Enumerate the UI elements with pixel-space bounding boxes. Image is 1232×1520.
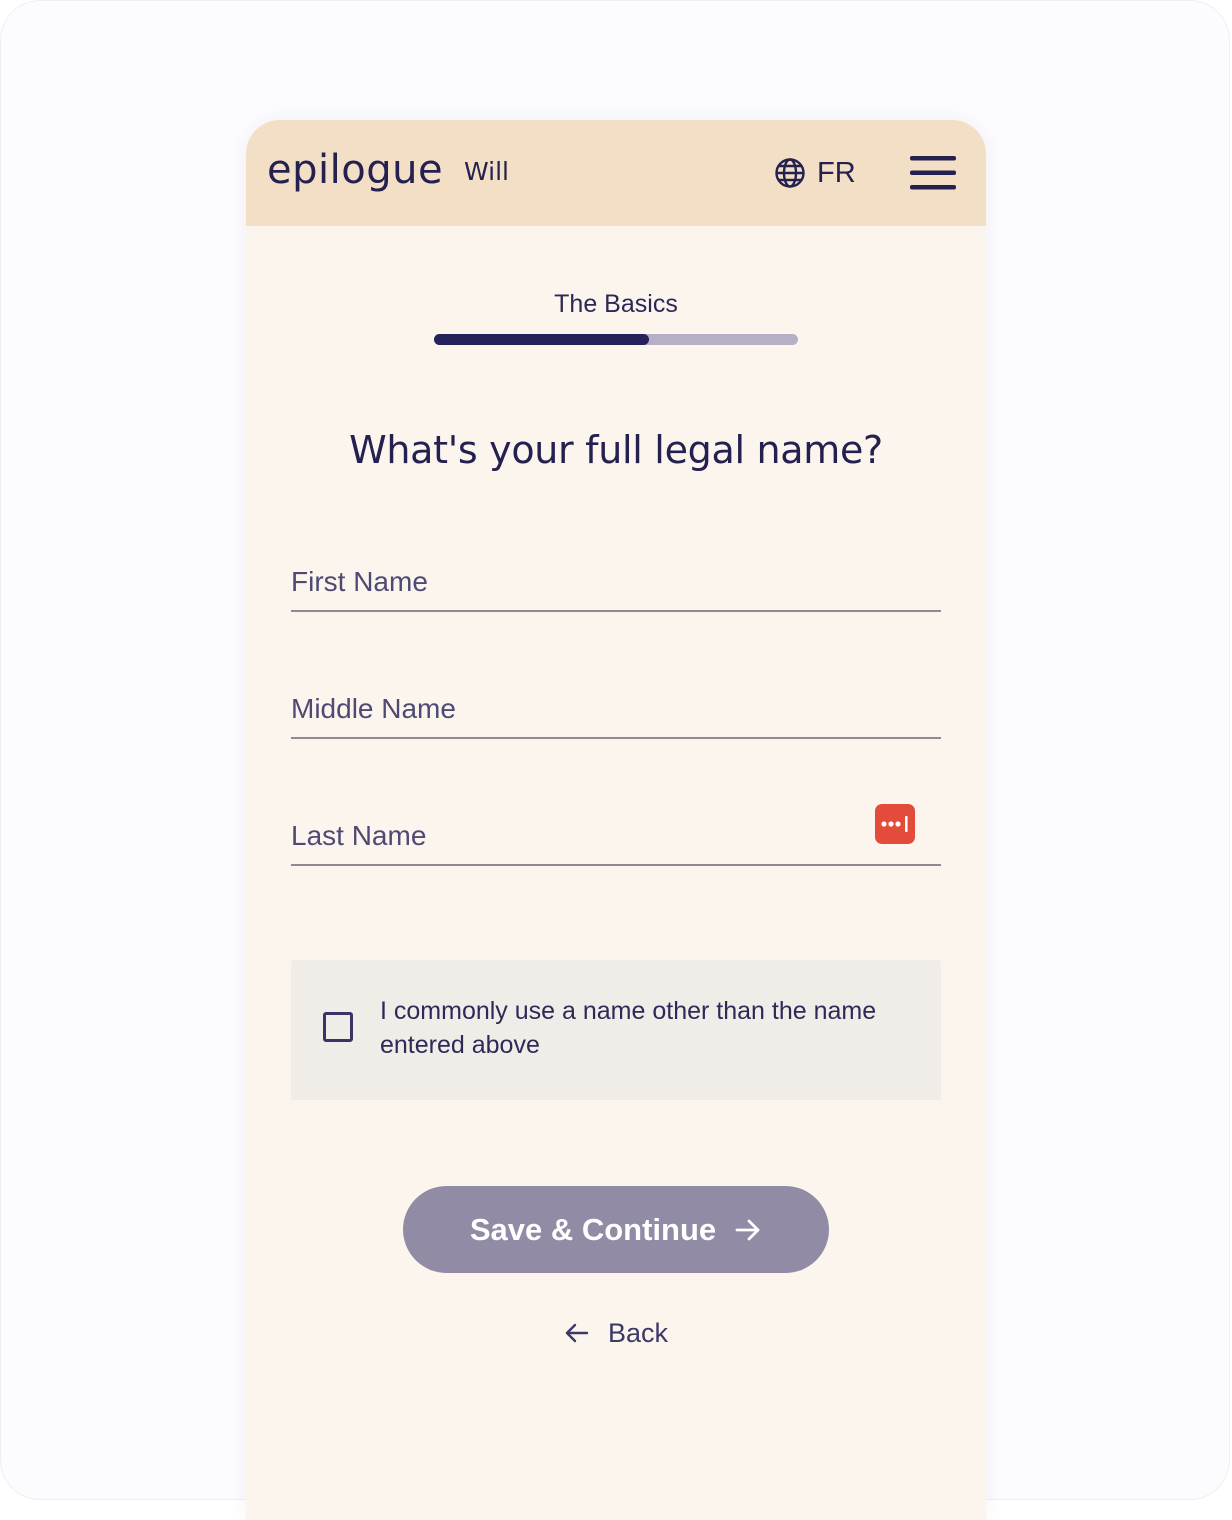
hamburger-menu-icon: [910, 156, 956, 190]
save-continue-label: Save & Continue: [469, 1211, 717, 1247]
progress-bar: [434, 334, 798, 345]
mobile-frame: epilogue Will FR The Basics What's your …: [246, 120, 986, 1520]
progress-bar-fill: [434, 334, 649, 345]
product-label: Will: [464, 157, 510, 186]
last-name-field: [291, 802, 941, 866]
first-name-input[interactable]: [291, 562, 851, 602]
last-name-input[interactable]: [291, 816, 851, 856]
menu-button[interactable]: [910, 156, 956, 190]
arrow-right-icon: [734, 1216, 762, 1244]
save-continue-button[interactable]: Save & Continue: [403, 1186, 829, 1273]
language-switch-button[interactable]: FR: [774, 153, 856, 193]
password-manager-icon[interactable]: [875, 804, 915, 844]
arrow-left-icon: [564, 1320, 590, 1346]
back-link[interactable]: Back: [246, 1313, 986, 1353]
epilogue-logo[interactable]: epilogue: [267, 142, 443, 198]
top-header: epilogue Will FR: [246, 120, 986, 226]
globe-icon: [774, 157, 806, 189]
alternate-name-checkbox[interactable]: [323, 1012, 353, 1042]
page-title: What's your full legal name?: [349, 428, 883, 472]
back-label: Back: [607, 1318, 669, 1348]
alternate-name-option[interactable]: I commonly use a name other than the nam…: [291, 960, 941, 1100]
middle-name-input[interactable]: [291, 689, 851, 729]
alternate-name-checkbox-label: I commonly use a name other than the nam…: [380, 997, 877, 1059]
first-name-field: [291, 548, 941, 612]
language-label: FR: [817, 157, 856, 189]
progress-section-label: The Basics: [554, 290, 678, 318]
middle-name-field: [291, 675, 941, 739]
